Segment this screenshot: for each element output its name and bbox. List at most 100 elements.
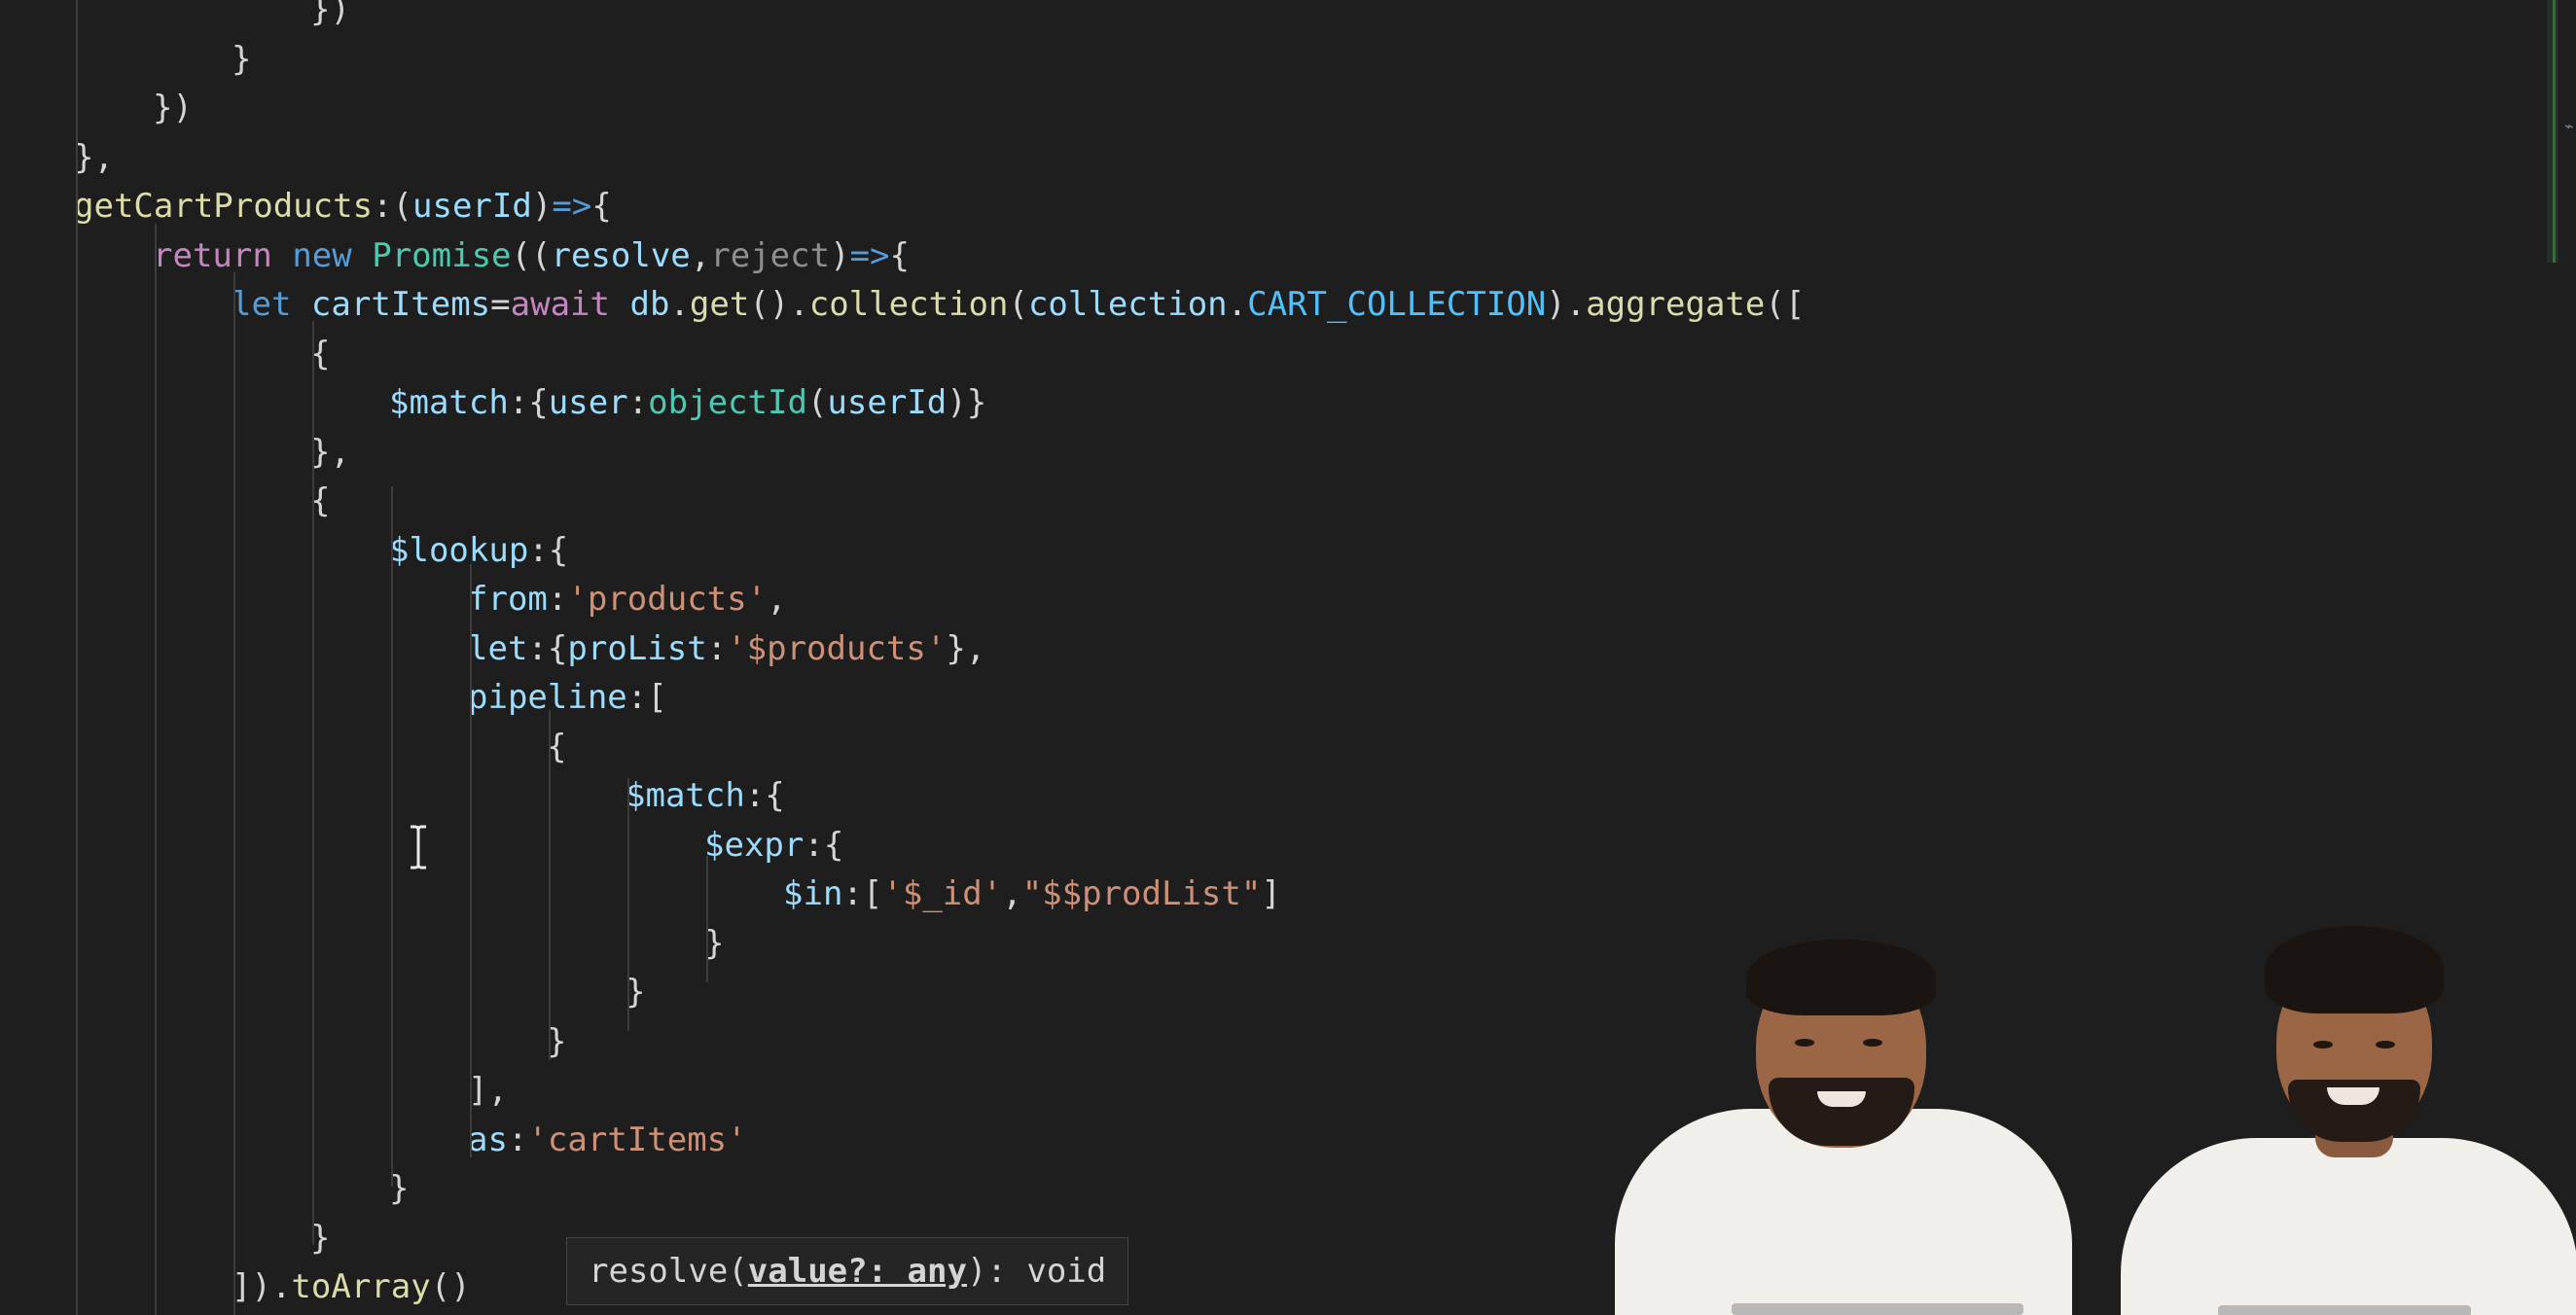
presenter-right <box>2082 905 2576 1315</box>
code-line[interactable]: ], <box>468 1066 508 1115</box>
code-token: resolve <box>551 235 691 275</box>
code-token: : <box>627 383 649 422</box>
code-token: '$_id' <box>882 874 1003 913</box>
code-line[interactable]: let:{proList:'$products'}, <box>468 624 985 673</box>
code-token: :{ <box>804 825 844 865</box>
code-token: reject <box>710 235 831 275</box>
indent-guide <box>155 224 157 1315</box>
code-token: (( <box>511 235 552 275</box>
code-token: $match <box>626 776 745 815</box>
code-line[interactable]: $match:{ <box>626 771 785 820</box>
code-token: } <box>232 39 252 79</box>
code-line[interactable]: }) <box>310 0 350 34</box>
webcam-overlay <box>1595 905 2576 1315</box>
code-token: => <box>849 235 890 275</box>
code-token: $expr <box>704 825 805 865</box>
code-token: , <box>690 235 711 275</box>
code-token: cartItems <box>310 285 491 324</box>
code-token: . <box>1227 285 1248 324</box>
code-token: proList <box>567 628 707 668</box>
code-token: as <box>468 1120 508 1159</box>
code-token: }) <box>310 0 350 29</box>
code-line[interactable]: ]).toArray() <box>232 1262 471 1311</box>
code-token: = <box>490 285 511 324</box>
code-token: userId <box>412 187 532 226</box>
minimap-scrollbar[interactable] <box>2547 0 2558 263</box>
code-token: ( <box>806 383 828 422</box>
code-token: ([ <box>1765 285 1806 324</box>
code-line[interactable]: $in:['$_id',"$$prodList"] <box>783 870 1281 918</box>
code-token: ], <box>468 1071 508 1110</box>
code-token: ). <box>1546 285 1587 324</box>
code-token: }, <box>74 137 114 177</box>
code-token: :( <box>373 187 412 226</box>
code-token: pipeline <box>468 678 627 717</box>
laptop-edge <box>1732 1303 2023 1315</box>
indent-guide <box>391 486 393 1187</box>
code-token: : <box>706 628 728 668</box>
code-token: CART_COLLECTION <box>1247 285 1547 324</box>
laptop-edge <box>2218 1305 2471 1315</box>
code-token: getCartProducts <box>74 187 374 226</box>
presenter-left <box>1595 905 2101 1315</box>
code-line[interactable]: let cartItems=await db.get().collection(… <box>232 280 1805 329</box>
code-token: $match <box>389 383 509 422</box>
code-token: '$products' <box>727 628 947 668</box>
code-token: . <box>669 285 690 324</box>
code-token: ]). <box>232 1267 292 1306</box>
code-token: collection <box>808 285 1009 324</box>
tooltip-suffix: ): void <box>966 1252 1107 1291</box>
tooltip-open-paren: ( <box>728 1252 748 1291</box>
code-token: new <box>292 235 352 275</box>
code-token: await <box>510 285 610 324</box>
code-line[interactable]: $expr:{ <box>704 821 843 870</box>
indent-guide <box>76 0 78 1315</box>
code-token: :{ <box>527 628 568 668</box>
indent-guide <box>233 272 235 1315</box>
code-token: toArray <box>291 1267 431 1306</box>
code-token: ) <box>531 187 553 226</box>
code-line[interactable]: from:'products', <box>468 575 787 623</box>
code-token: )} <box>947 383 987 422</box>
code-token: user <box>548 383 628 422</box>
code-line[interactable]: as:'cartItems' <box>468 1116 747 1164</box>
code-token: , <box>1002 874 1022 913</box>
scroll-marker: ⌁ <box>2564 117 2574 135</box>
code-token: get <box>689 285 750 324</box>
code-token: :[ <box>842 874 883 913</box>
code-line[interactable]: pipeline:[ <box>468 673 667 722</box>
indent-guide <box>627 778 629 1031</box>
code-token: :[ <box>626 678 667 717</box>
code-token: ) <box>830 235 850 275</box>
code-token: aggregate <box>1586 285 1766 324</box>
code-token: $in <box>783 874 843 913</box>
code-line[interactable]: }, <box>74 133 114 182</box>
code-token: ( <box>1008 285 1028 324</box>
indent-guide <box>312 321 314 1245</box>
code-line[interactable]: $lookup:{ <box>389 526 568 575</box>
code-token: ] <box>1261 874 1281 913</box>
code-token: { <box>889 235 910 275</box>
code-token: : <box>547 580 568 619</box>
code-line[interactable]: $match:{user:objectId(userId)} <box>389 378 986 427</box>
code-token: collection <box>1027 285 1228 324</box>
code-token: 'products' <box>567 580 768 619</box>
hover-tooltip: resolve(value?: any): void <box>566 1237 1129 1305</box>
code-line[interactable]: }, <box>310 428 350 477</box>
code-line[interactable]: return new Promise((resolve,reject)=>{ <box>153 231 910 280</box>
code-token: let <box>468 628 528 668</box>
tooltip-param: value?: any <box>747 1252 967 1291</box>
code-token: => <box>552 187 592 226</box>
code-line[interactable]: }) <box>153 84 193 132</box>
tooltip-function-name: resolve <box>589 1252 729 1291</box>
code-token: : <box>507 1120 528 1159</box>
indent-guide <box>549 710 551 1060</box>
code-line[interactable]: } <box>232 35 251 84</box>
indent-guide <box>470 564 472 1157</box>
code-token: userId <box>827 383 948 422</box>
code-token: () <box>430 1267 471 1306</box>
code-token: , <box>767 580 787 619</box>
